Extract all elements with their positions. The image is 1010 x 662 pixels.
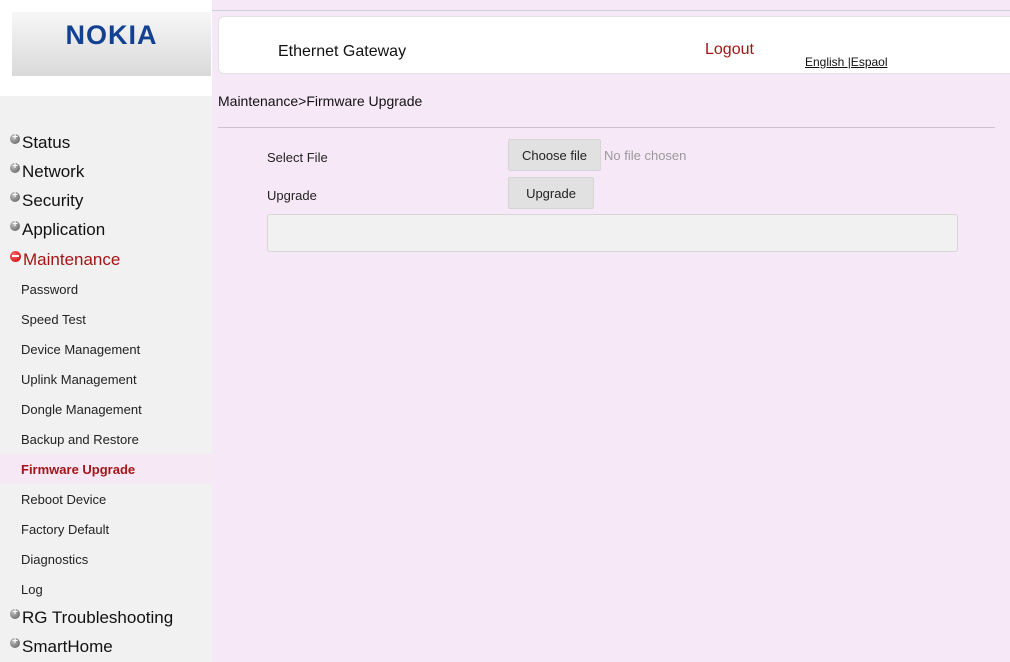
breadcrumb-divider bbox=[218, 127, 995, 128]
sidebar-subitem-dongle-management[interactable]: Dongle Management bbox=[0, 394, 212, 424]
nokia-logo: NOKIA bbox=[65, 19, 158, 50]
sidebar-subitem-diagnostics[interactable]: Diagnostics bbox=[0, 544, 212, 574]
sidebar-item-status[interactable]: Status bbox=[0, 129, 212, 157]
sidebar-subitem-factory-default[interactable]: Factory Default bbox=[0, 514, 212, 544]
plus-circle-icon bbox=[10, 218, 20, 232]
sidebar-item-network[interactable]: Network bbox=[0, 158, 212, 186]
sidebar-subitem-device-management[interactable]: Device Management bbox=[0, 334, 212, 364]
sidebar-item-security[interactable]: Security bbox=[0, 187, 212, 215]
plus-circle-icon bbox=[10, 606, 20, 620]
sidebar-item-rg-troubleshooting[interactable]: RG Troubleshooting bbox=[0, 604, 212, 632]
minus-circle-icon bbox=[10, 250, 21, 262]
header-title: Ethernet Gateway bbox=[278, 43, 407, 60]
upgrade-status-box bbox=[267, 214, 958, 252]
sidebar-item-label: SmartHome bbox=[22, 637, 113, 656]
plus-circle-icon bbox=[10, 189, 20, 203]
language-links[interactable]: English |Espaol bbox=[805, 55, 888, 69]
sidebar-subitem-firmware-upgrade[interactable]: Firmware Upgrade bbox=[0, 454, 212, 484]
sidebar-subitem-uplink-management[interactable]: Uplink Management bbox=[0, 364, 212, 394]
logout-link[interactable]: Logout bbox=[705, 41, 754, 59]
sidebar-item-smarthome[interactable]: SmartHome bbox=[0, 633, 212, 661]
select-file-label: Select File bbox=[267, 150, 328, 165]
sidebar-subitem-reboot-device[interactable]: Reboot Device bbox=[0, 484, 212, 514]
plus-circle-icon bbox=[10, 160, 20, 174]
sidebar-item-maintenance[interactable]: Maintenance bbox=[0, 246, 212, 274]
logo-box: NOKIA bbox=[12, 12, 211, 76]
sidebar-item-label: RG Troubleshooting bbox=[22, 608, 174, 627]
upgrade-button[interactable]: Upgrade bbox=[508, 177, 594, 209]
sidebar-subitem-password[interactable]: Password bbox=[0, 274, 212, 304]
breadcrumb: Maintenance>Firmware Upgrade bbox=[218, 93, 423, 109]
sidebar-item-label: Security bbox=[22, 191, 84, 210]
sidebar-subitem-log[interactable]: Log bbox=[0, 574, 212, 604]
plus-circle-icon bbox=[10, 131, 20, 145]
choose-file-button[interactable]: Choose file bbox=[508, 139, 601, 171]
sidebar-item-application[interactable]: Application bbox=[0, 216, 212, 244]
sidebar-item-label: Status bbox=[22, 133, 71, 152]
upgrade-label: Upgrade bbox=[267, 188, 317, 203]
no-file-chosen-text: No file chosen bbox=[604, 148, 687, 163]
sidebar-item-label: Network bbox=[22, 162, 85, 181]
top-divider bbox=[212, 10, 1010, 11]
sidebar-item-label: Application bbox=[22, 220, 106, 239]
plus-circle-icon bbox=[10, 635, 20, 649]
sidebar-subitem-speed-test[interactable]: Speed Test bbox=[0, 304, 212, 334]
sidebar-nav: Status Network Security Application Main… bbox=[0, 96, 212, 662]
sidebar-subitem-backup-and-restore[interactable]: Backup and Restore bbox=[0, 424, 212, 454]
left-panel: NOKIA Status Network Security Applicatio… bbox=[0, 0, 212, 662]
sidebar-item-label: Maintenance bbox=[23, 250, 121, 269]
header-bar: Ethernet Gateway Logout English |Espaol bbox=[218, 16, 1010, 74]
